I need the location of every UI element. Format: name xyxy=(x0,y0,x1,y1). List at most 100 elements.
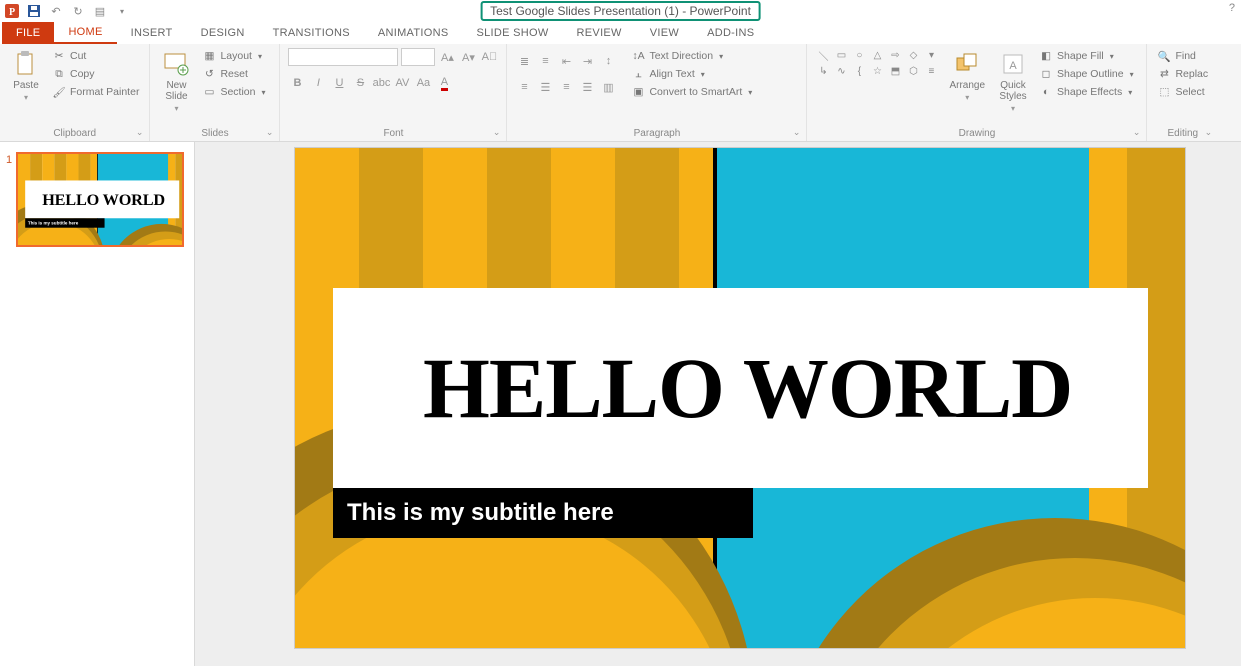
paste-icon xyxy=(12,50,40,78)
help-icon[interactable]: ? xyxy=(1229,2,1235,14)
group-slides: New Slide ▾ ▦Layout▾ ↺Reset ▭Section▾ Sl… xyxy=(150,44,280,141)
increase-indent-button[interactable]: ⇥ xyxy=(578,52,596,70)
shape-more1-icon[interactable]: ▾ xyxy=(923,48,939,62)
group-label-font: Font xyxy=(288,128,498,139)
section-icon: ▭ xyxy=(202,85,216,99)
arrange-button[interactable]: Arrange ▾ xyxy=(945,48,989,104)
shape-outline-button[interactable]: ◻Shape Outline▾ xyxy=(1037,66,1136,82)
shape-effects-icon: ◐ xyxy=(1039,85,1053,99)
shape-fill-button[interactable]: ◧Shape Fill▾ xyxy=(1037,48,1136,64)
shape-brace-icon[interactable]: { xyxy=(851,64,867,78)
font-size-input[interactable] xyxy=(401,48,435,66)
bold-button[interactable]: B xyxy=(288,74,306,92)
decrease-font-icon[interactable]: A▾ xyxy=(459,48,477,66)
copy-button[interactable]: ⧉Copy xyxy=(50,66,141,82)
shape-star-icon[interactable]: ☆ xyxy=(869,64,885,78)
character-spacing-button[interactable]: AV xyxy=(393,74,411,92)
align-center-button[interactable]: ☰ xyxy=(536,78,554,96)
quick-access-toolbar: P ↶ ↻ ▤ ▾ xyxy=(0,3,130,19)
align-right-button[interactable]: ≡ xyxy=(557,78,575,96)
line-spacing-button[interactable]: ↕ xyxy=(599,52,617,70)
tab-view[interactable]: VIEW xyxy=(636,22,693,44)
save-icon[interactable] xyxy=(26,3,42,19)
strikethrough-button[interactable]: S xyxy=(351,74,369,92)
undo-icon[interactable]: ↶ xyxy=(48,3,64,19)
cut-button[interactable]: ✂Cut xyxy=(50,48,141,64)
shape-diamond-icon[interactable]: ◇ xyxy=(905,48,921,62)
group-label-drawing: Drawing xyxy=(815,128,1138,139)
start-from-beginning-icon[interactable]: ▤ xyxy=(92,3,108,19)
replace-button[interactable]: ⇄Replac xyxy=(1155,66,1210,82)
columns-button[interactable]: ▥ xyxy=(599,78,617,96)
section-button[interactable]: ▭Section▾ xyxy=(200,84,267,100)
shape-fill-icon: ◧ xyxy=(1039,49,1053,63)
clear-formatting-icon[interactable]: A⃠ xyxy=(480,48,498,66)
ribbon-tabs: FILE HOME INSERT DESIGN TRANSITIONS ANIM… xyxy=(0,22,1241,44)
shape-triangle-icon[interactable]: △ xyxy=(869,48,885,62)
reset-button[interactable]: ↺Reset xyxy=(200,66,267,82)
tab-file[interactable]: FILE xyxy=(2,22,54,44)
shape-arrow-icon[interactable]: ⇨ xyxy=(887,48,903,62)
align-text-button[interactable]: ⫠Align Text▾ xyxy=(629,66,754,82)
increase-font-icon[interactable]: A▴ xyxy=(438,48,456,66)
paste-button[interactable]: Paste ▾ xyxy=(8,48,44,104)
shape-outline-icon: ◻ xyxy=(1039,67,1053,81)
text-direction-button[interactable]: ↕AText Direction▾ xyxy=(629,48,754,64)
tab-insert[interactable]: INSERT xyxy=(117,22,187,44)
tab-review[interactable]: REVIEW xyxy=(563,22,636,44)
workspace: 1 HELLO WORLDThis is my subtitle here HE… xyxy=(0,142,1241,666)
slide-thumbnail-panel[interactable]: 1 HELLO WORLDThis is my subtitle here xyxy=(0,142,195,666)
select-button[interactable]: ⬚Select xyxy=(1155,84,1210,100)
bullets-button[interactable]: ≣ xyxy=(515,52,533,70)
slide-canvas-area[interactable]: HELLO WORLDThis is my subtitle here xyxy=(195,142,1241,666)
tab-slideshow[interactable]: SLIDE SHOW xyxy=(462,22,562,44)
shape-gallery[interactable]: ＼ ▭ ○ △ ⇨ ◇ ▾ ↳ ∿ { ☆ ⬒ ⬡ ≡ xyxy=(815,48,939,78)
copy-icon: ⧉ xyxy=(52,67,66,81)
tab-animations[interactable]: ANIMATIONS xyxy=(364,22,463,44)
shape-oval-icon[interactable]: ○ xyxy=(851,48,867,62)
shape-curve-icon[interactable]: ∿ xyxy=(833,64,849,78)
numbering-button[interactable]: ≡ xyxy=(536,52,554,70)
shape-rect-icon[interactable]: ▭ xyxy=(833,48,849,62)
shape-line-icon[interactable]: ＼ xyxy=(815,48,831,62)
font-name-input[interactable] xyxy=(288,48,398,66)
tab-addins[interactable]: ADD-INS xyxy=(693,22,768,44)
shape-effects-button[interactable]: ◐Shape Effects▾ xyxy=(1037,84,1136,100)
group-label-paragraph: Paragraph xyxy=(515,128,798,139)
change-case-button[interactable]: Aa xyxy=(414,74,432,92)
tab-home[interactable]: HOME xyxy=(54,22,116,44)
decrease-indent-button[interactable]: ⇤ xyxy=(557,52,575,70)
quick-styles-button[interactable]: A Quick Styles ▾ xyxy=(995,48,1031,115)
ribbon: Paste ▾ ✂Cut ⧉Copy 🖌Format Painter Clipb… xyxy=(0,44,1241,142)
font-color-button[interactable]: A xyxy=(435,74,453,92)
tab-design[interactable]: DESIGN xyxy=(187,22,259,44)
justify-button[interactable]: ☰ xyxy=(578,78,596,96)
find-button[interactable]: 🔍Find xyxy=(1155,48,1210,64)
group-label-clipboard: Clipboard xyxy=(8,128,141,139)
slide-1[interactable]: HELLO WORLDThis is my subtitle here xyxy=(295,148,1185,648)
shape-hex-icon[interactable]: ⬡ xyxy=(905,64,921,78)
arrange-icon xyxy=(953,50,981,78)
redo-icon[interactable]: ↻ xyxy=(70,3,86,19)
shape-callout-icon[interactable]: ⬒ xyxy=(887,64,903,78)
tab-transitions[interactable]: TRANSITIONS xyxy=(259,22,364,44)
new-slide-button[interactable]: New Slide ▾ xyxy=(158,48,194,115)
qat-customize-icon[interactable]: ▾ xyxy=(114,3,130,19)
format-painter-button[interactable]: 🖌Format Painter xyxy=(50,84,141,100)
italic-button[interactable]: I xyxy=(309,74,327,92)
title-bar: P ↶ ↻ ▤ ▾ Test Google Slides Presentatio… xyxy=(0,0,1241,22)
shape-more2-icon[interactable]: ≡ xyxy=(923,64,939,78)
underline-button[interactable]: U xyxy=(330,74,348,92)
shadow-button[interactable]: abc xyxy=(372,74,390,92)
align-left-button[interactable]: ≡ xyxy=(515,78,533,96)
svg-text:A: A xyxy=(1009,60,1017,72)
thumbnail-number: 1 xyxy=(6,154,12,247)
convert-to-smartart-button[interactable]: ▣Convert to SmartArt▾ xyxy=(629,84,754,100)
reset-icon: ↺ xyxy=(202,67,216,81)
layout-icon: ▦ xyxy=(202,49,216,63)
format-painter-icon: 🖌 xyxy=(52,85,66,99)
replace-icon: ⇄ xyxy=(1157,67,1171,81)
slide-thumbnail-1[interactable]: HELLO WORLDThis is my subtitle here xyxy=(16,152,184,247)
shape-connector-icon[interactable]: ↳ xyxy=(815,64,831,78)
layout-button[interactable]: ▦Layout▾ xyxy=(200,48,267,64)
